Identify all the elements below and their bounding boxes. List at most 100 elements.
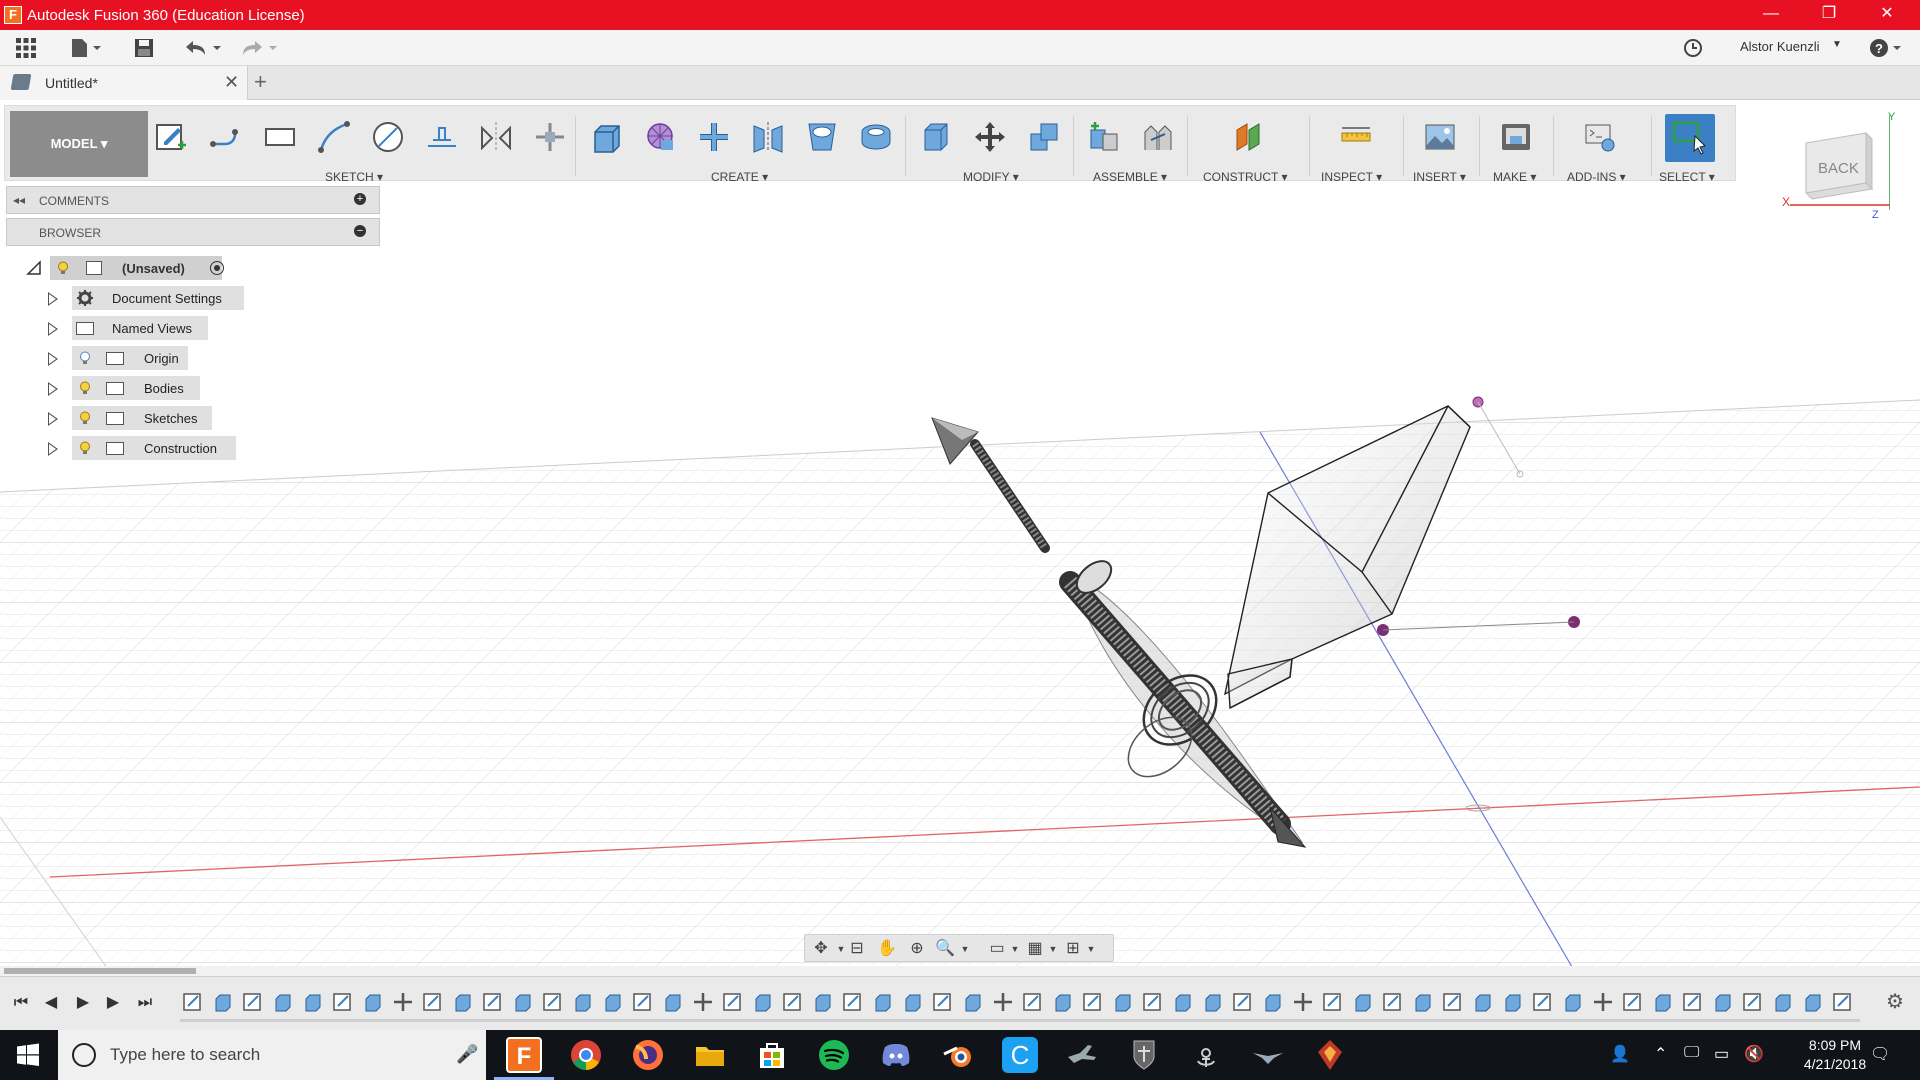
timeline-feature-icon[interactable] <box>1712 991 1734 1013</box>
timeline-feature-icon[interactable] <box>662 991 684 1013</box>
timeline-feature-icon[interactable] <box>1772 991 1794 1013</box>
timeline-sketch-icon[interactable] <box>1082 991 1104 1013</box>
world-of-tanks-icon[interactable] <box>1126 1037 1162 1073</box>
display-settings-icon[interactable]: ▭ <box>987 939 1007 959</box>
timeline-feature-icon[interactable] <box>902 991 924 1013</box>
maximize-button[interactable]: ❐ <box>1800 0 1858 30</box>
workspace-switcher[interactable]: MODEL ▾ <box>10 111 148 177</box>
zoom-dropdown-icon[interactable]: ▼ <box>955 939 975 959</box>
pan-hand-icon[interactable]: ✋ <box>877 939 897 959</box>
close-tab-icon[interactable]: ✕ <box>224 72 239 93</box>
expand-icon[interactable] <box>48 322 58 336</box>
timeline-sketch-icon[interactable] <box>182 991 204 1013</box>
arc-icon[interactable] <box>313 116 355 158</box>
tree-item-bodies[interactable]: Bodies <box>48 376 208 402</box>
timeline-sketch-icon[interactable] <box>1382 991 1404 1013</box>
timeline-feature-icon[interactable] <box>752 991 774 1013</box>
timeline-feature-icon[interactable] <box>1472 991 1494 1013</box>
timeline-sketch-icon[interactable] <box>1832 991 1854 1013</box>
tree-item-sketches[interactable]: Sketches <box>48 406 228 432</box>
mirror-icon[interactable] <box>747 116 789 158</box>
chrome-icon[interactable] <box>568 1037 604 1073</box>
scripts-addins-icon[interactable] <box>1579 116 1621 158</box>
go-to-start-icon[interactable]: ⏮ <box>10 991 32 1015</box>
grid-dropdown-icon[interactable]: ▼ <box>1043 939 1063 959</box>
expand-comments-icon[interactable]: + <box>354 193 366 205</box>
3d-print-icon[interactable] <box>1495 116 1537 158</box>
timeline-sketch-icon[interactable] <box>542 991 564 1013</box>
expand-icon[interactable] <box>48 442 58 456</box>
battery-icon[interactable]: ▭ <box>1714 1044 1729 1064</box>
timeline-feature-icon[interactable] <box>1412 991 1434 1013</box>
timeline-move-icon[interactable] <box>692 991 714 1013</box>
combine-icon[interactable] <box>1023 116 1065 158</box>
job-status-clock-icon[interactable] <box>1680 34 1706 62</box>
timeline-sketch-icon[interactable] <box>1622 991 1644 1013</box>
timeline-feature-icon[interactable] <box>212 991 234 1013</box>
expand-icon[interactable] <box>48 352 58 366</box>
redo-icon[interactable] <box>236 34 280 62</box>
timeline-sketch-icon[interactable] <box>1442 991 1464 1013</box>
blender-icon[interactable] <box>940 1037 976 1073</box>
timeline-feature-icon[interactable] <box>1562 991 1584 1013</box>
timeline-feature-icon[interactable] <box>1172 991 1194 1013</box>
taskbar-search-box[interactable]: Type here to search 🎤 <box>58 1030 486 1080</box>
activate-radio-icon[interactable] <box>210 261 224 275</box>
timeline-sketch-icon[interactable] <box>1142 991 1164 1013</box>
timeline-feature-icon[interactable] <box>1262 991 1284 1013</box>
timeline-feature-icon[interactable] <box>962 991 984 1013</box>
timeline-track[interactable] <box>180 1019 1860 1022</box>
collapse-panel-icon[interactable]: ◂◂ <box>13 193 25 207</box>
insert-canvas-icon[interactable] <box>1419 116 1461 158</box>
create-sketch-icon[interactable] <box>150 116 192 158</box>
timeline-move-icon[interactable] <box>392 991 414 1013</box>
joint-icon[interactable] <box>1137 116 1179 158</box>
file-menu-icon[interactable] <box>66 34 106 62</box>
timeline-sketch-icon[interactable] <box>1682 991 1704 1013</box>
game-launcher-icon[interactable] <box>1312 1037 1348 1073</box>
timeline-sketch-icon[interactable] <box>932 991 954 1013</box>
timeline-feature-icon[interactable] <box>1052 991 1074 1013</box>
press-pull-icon[interactable] <box>915 116 957 158</box>
spotify-icon[interactable] <box>816 1037 852 1073</box>
minimize-button[interactable]: — <box>1742 0 1800 30</box>
scrollbar-thumb[interactable] <box>4 968 196 974</box>
play-icon[interactable]: ▶ <box>72 991 94 1015</box>
3d-canvas[interactable] <box>0 182 1920 973</box>
firefox-icon[interactable] <box>630 1037 666 1073</box>
look-at-icon[interactable]: ⊟ <box>847 939 867 959</box>
timeline-sketch-icon[interactable] <box>1022 991 1044 1013</box>
action-center-icon[interactable]: 🗨 <box>1870 1044 1890 1064</box>
timeline-sketch-icon[interactable] <box>1742 991 1764 1013</box>
go-to-end-icon[interactable]: ⏭ <box>134 991 156 1015</box>
c-app-icon[interactable]: C <box>1002 1037 1038 1073</box>
timeline-sketch-icon[interactable] <box>782 991 804 1013</box>
timeline-move-icon[interactable] <box>1292 991 1314 1013</box>
timeline-feature-icon[interactable] <box>302 991 324 1013</box>
pipe-icon[interactable] <box>855 116 897 158</box>
timeline-feature-icon[interactable] <box>512 991 534 1013</box>
step-back-icon[interactable]: ◀ <box>40 991 62 1015</box>
tree-item-origin[interactable]: Origin <box>48 346 208 372</box>
timeline-move-icon[interactable] <box>1592 991 1614 1013</box>
grid-settings-icon[interactable]: ▦ <box>1025 939 1045 959</box>
microsoft-store-icon[interactable] <box>754 1037 790 1073</box>
microphone-icon[interactable]: 🎤 <box>456 1044 478 1065</box>
timeline-sketch-icon[interactable] <box>1232 991 1254 1013</box>
save-icon[interactable] <box>130 34 158 62</box>
horizontal-scrollbar[interactable] <box>0 966 1920 976</box>
display-dropdown-icon[interactable]: ▼ <box>1005 939 1025 959</box>
expand-icon[interactable] <box>48 382 58 396</box>
show-hidden-icons-caret[interactable]: ⌃ <box>1654 1044 1667 1064</box>
timeline-move-icon[interactable] <box>992 991 1014 1013</box>
select-icon[interactable] <box>1665 114 1715 162</box>
offset-icon[interactable] <box>421 116 463 158</box>
tree-item-named-views[interactable]: Named Views <box>48 316 228 342</box>
user-account-menu[interactable]: Alstor Kuenzli <box>1740 39 1819 54</box>
timeline-feature-icon[interactable] <box>872 991 894 1013</box>
browser-panel-header[interactable]: BROWSER − <box>6 218 380 246</box>
hole-icon[interactable] <box>801 116 843 158</box>
measure-icon[interactable] <box>1335 116 1377 158</box>
world-of-warships-icon[interactable] <box>1188 1037 1224 1073</box>
data-panel-grid-icon[interactable] <box>12 34 40 62</box>
